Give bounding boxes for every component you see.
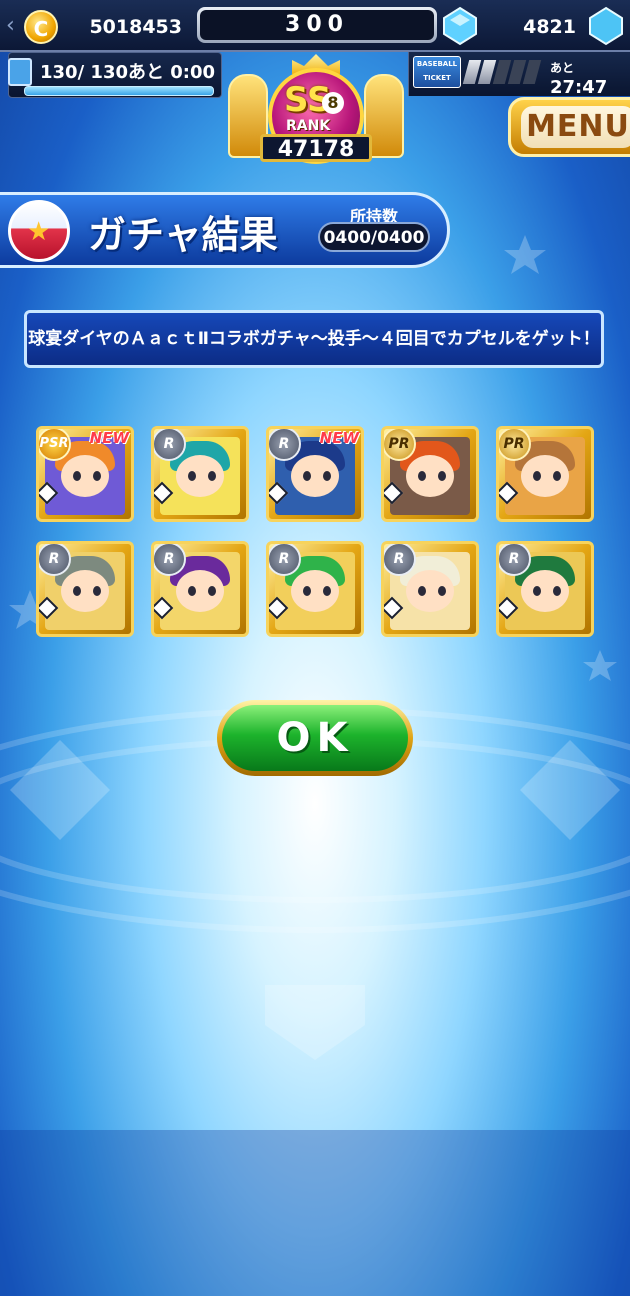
ok-button-label: OK (222, 705, 408, 771)
center-counter-value: 300 (200, 10, 434, 40)
player-eye (553, 586, 561, 596)
ticket-slot (522, 60, 542, 84)
stamina-recover-label: あと (128, 62, 164, 83)
star-icon: ★ (27, 217, 51, 247)
stamina-value: 130/ 130 (40, 62, 128, 83)
rarity-badge: R (154, 544, 186, 576)
player-eye (208, 586, 216, 596)
rarity-badge: R (499, 544, 531, 576)
rank-level: 8 (322, 92, 344, 114)
player-face (291, 570, 339, 612)
player-eye (73, 471, 81, 481)
gem-count: 4821 (523, 16, 576, 38)
player-eye (533, 586, 541, 596)
gacha-result-screen: ‹ C 5018453 300 4821 130/ 130あと 0:00 BAS… (0, 0, 630, 1296)
player-card[interactable]: PR (496, 426, 594, 522)
player-eye (188, 586, 196, 596)
player-card[interactable]: R (266, 541, 364, 637)
coin-icon: C (24, 10, 58, 44)
rarity-badge: R (384, 544, 416, 576)
stamina-drink-icon (8, 58, 32, 86)
player-face (176, 570, 224, 612)
player-eye (533, 471, 541, 481)
new-badge: NEW (319, 429, 359, 447)
player-eye (303, 471, 311, 481)
ticket-timer-value: 27:47 (550, 77, 608, 98)
capsule-icon: ★ (8, 200, 70, 262)
center-counter: 300 (197, 7, 437, 43)
ticket-slots (462, 60, 542, 88)
player-card[interactable]: PSR NEW (36, 426, 134, 522)
player-face (61, 455, 109, 497)
player-eye (418, 471, 426, 481)
owned-count-value: 0400/0400 (318, 222, 430, 252)
player-eye (553, 471, 561, 481)
chevron-left-icon: ‹ (6, 13, 15, 38)
player-face (291, 455, 339, 497)
player-eye (438, 471, 446, 481)
player-face (406, 570, 454, 612)
player-card[interactable]: PR (381, 426, 479, 522)
stamina-recover-time: 0:00 (170, 62, 216, 83)
player-eye (323, 586, 331, 596)
player-eye (73, 586, 81, 596)
ticket-timer-label: あと (550, 61, 575, 75)
player-face (521, 455, 569, 497)
new-badge: NEW (89, 429, 129, 447)
ok-button[interactable]: OK (217, 700, 413, 776)
player-eye (208, 471, 216, 481)
ticket-label-1: BASEBALL (416, 60, 458, 68)
player-face (521, 570, 569, 612)
coin-count: 5018453 (89, 16, 182, 38)
player-eye (323, 471, 331, 481)
diamond-gem-icon (443, 6, 477, 46)
rarity-badge: R (269, 544, 301, 576)
diamond-gem-icon (589, 6, 623, 46)
player-card[interactable]: R (36, 541, 134, 637)
player-card[interactable]: R NEW (266, 426, 364, 522)
page-title: ガチャ結果 (88, 213, 278, 257)
player-face (61, 570, 109, 612)
ticket-timer: あと 27:47 (550, 56, 630, 98)
baseball-ticket-icon: BASEBALL TICKET (413, 56, 461, 88)
player-card[interactable]: R (151, 426, 249, 522)
player-card[interactable]: R (381, 541, 479, 637)
ticket-label-2: TICKET (423, 74, 451, 82)
player-face (406, 455, 454, 497)
player-eye (188, 471, 196, 481)
rarity-badge: PSR (39, 429, 71, 461)
player-eye (438, 586, 446, 596)
menu-button-label: MENU (521, 106, 630, 148)
rarity-badge: R (39, 544, 71, 576)
player-eye (93, 471, 101, 481)
result-message: 球宴ダイヤのＡａｃｔⅡコラボガチャ～投手～４回目でカプセルをゲット！ (24, 310, 604, 368)
player-card[interactable]: R (496, 541, 594, 637)
rarity-badge: R (154, 429, 186, 461)
rank-emblem[interactable]: SS 8 RANK 47178 (228, 54, 404, 178)
stamina-bar (24, 86, 214, 96)
rarity-badge: PR (384, 429, 416, 461)
stamina-text: 130/ 130あと 0:00 (40, 58, 215, 84)
rank-label: RANK (286, 118, 331, 134)
player-face (176, 455, 224, 497)
rarity-badge: PR (499, 429, 531, 461)
rarity-badge: R (269, 429, 301, 461)
player-eye (418, 586, 426, 596)
player-eye (303, 586, 311, 596)
player-eye (93, 586, 101, 596)
rank-score: 47178 (260, 134, 372, 162)
player-card[interactable]: R (151, 541, 249, 637)
menu-button[interactable]: MENU (508, 97, 630, 157)
